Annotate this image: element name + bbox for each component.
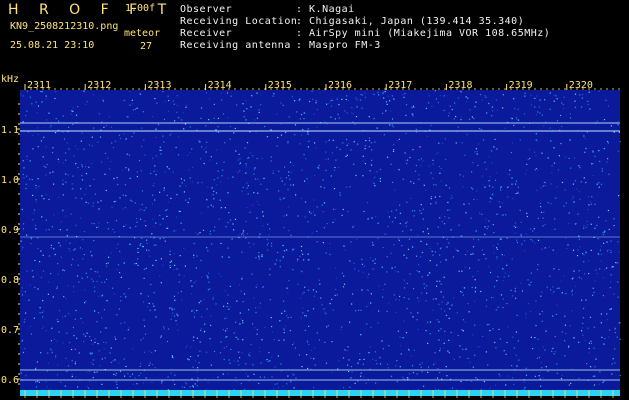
bottom-bar	[20, 390, 620, 396]
spectrogram-background	[20, 90, 620, 394]
observer-value: : K.Nagai	[296, 4, 355, 15]
location-label: Receiving Location	[180, 16, 298, 27]
y-tick-label: 0.7	[1, 325, 19, 336]
receiver-value: : AirSpy mini (Miakejima VOR 108.65MHz)	[296, 28, 551, 39]
antenna-label: Receiving antenna	[180, 40, 291, 51]
location-value: : Chigasaki, Japan (139.414 35.340)	[296, 16, 525, 27]
y-tick-label: 0.6	[1, 375, 19, 386]
spectrogram-plot: 1.11.00.90.80.70.62311 2312 2313 2314 2315 23…	[1, 80, 621, 398]
y-tick-label: 0.8	[1, 275, 19, 286]
y-unit-label: kHz	[1, 74, 20, 85]
antenna-value: : Maspro FM-3	[296, 40, 381, 51]
filename-label: KN9_2508212310.png	[10, 21, 119, 32]
y-tick-label: 1.1	[1, 125, 19, 136]
count-label: 27	[140, 41, 153, 52]
version-label: 1.00f	[125, 3, 156, 14]
receiver-label: Receiver	[180, 28, 233, 39]
mode-label: meteor	[124, 28, 161, 39]
datetime-label: 25.08.21 23:10	[10, 40, 95, 51]
x-tick-label: 2316	[328, 80, 352, 91]
x-tick-label: 2315	[268, 80, 292, 91]
observer-label: Observer	[180, 4, 233, 15]
y-tick-label: 0.9	[1, 225, 19, 236]
y-tick-label: 1.0	[1, 175, 19, 186]
